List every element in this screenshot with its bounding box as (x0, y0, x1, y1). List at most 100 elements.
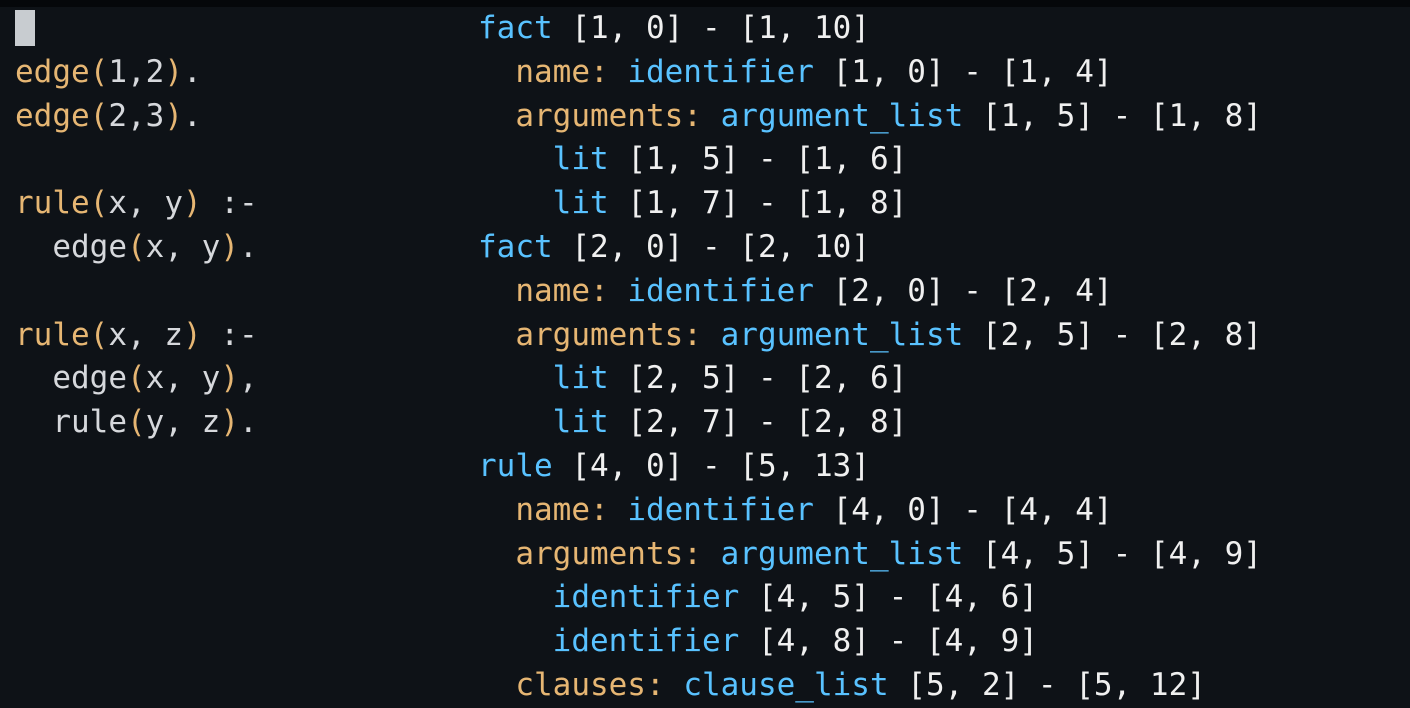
source-token: ( (89, 316, 109, 353)
source-token: x (145, 360, 165, 397)
source-token: . (239, 404, 258, 441)
node-type: clause_list (683, 666, 889, 703)
node-range: [5, 2] - [5, 12] (888, 666, 1206, 703)
source-token: y (201, 360, 221, 397)
node-type: identifier (627, 491, 814, 528)
tree-node-line: arguments: argument_list [4, 5] - [4, 9] (478, 533, 1410, 577)
node-type: identifier (627, 53, 814, 90)
node-type: lit (552, 360, 609, 397)
source-token: ) (164, 97, 184, 134)
source-token: x (108, 316, 127, 353)
source-token: edge (52, 228, 127, 265)
source-token: ) (164, 53, 184, 90)
node-range: [4, 0] - [4, 4] (813, 491, 1113, 528)
node-type: lit (552, 185, 609, 222)
source-token: ( (126, 228, 146, 265)
source-line: edge(1,2). (15, 51, 455, 95)
field-label: name: (515, 272, 628, 309)
tree-node-line: fact [1, 0] - [1, 10] (478, 7, 1410, 51)
tree-node-line: lit [1, 5] - [1, 6] (478, 138, 1410, 182)
node-type: fact (478, 228, 553, 265)
source-token: x (108, 185, 127, 222)
node-type: identifier (552, 623, 740, 660)
source-line: rule(x, z) :- (15, 314, 455, 358)
source-token: rule (15, 316, 90, 353)
source-line (15, 270, 455, 314)
source-token: . (239, 228, 258, 265)
source-token: , (127, 185, 165, 222)
node-range: [4, 0] - [5, 13] (552, 447, 870, 484)
source-token: edge (15, 53, 90, 90)
node-range: [1, 0] - [1, 4] (813, 53, 1113, 90)
field-label: name: (515, 491, 628, 528)
node-range: [1, 0] - [1, 10] (552, 10, 870, 46)
source-token: ) (183, 316, 202, 353)
node-range: [2, 7] - [2, 8] (608, 404, 908, 441)
tree-node-line: clauses: clause_list [5, 2] - [5, 12] (478, 664, 1410, 708)
node-range: [4, 8] - [4, 9] (739, 623, 1038, 660)
tree-node-line: rule [4, 0] - [5, 13] (478, 445, 1410, 489)
source-line: rule(x, y) :- (15, 182, 455, 226)
tree-node-line: arguments: argument_list [2, 5] - [2, 8] (478, 314, 1410, 358)
node-type: argument_list (720, 316, 964, 353)
tree-node-line: lit [2, 7] - [2, 8] (478, 401, 1410, 445)
node-range: [2, 0] - [2, 4] (813, 272, 1113, 309)
node-range: [1, 7] - [1, 8] (608, 185, 908, 222)
source-token: x (145, 228, 165, 265)
tree-node-line: arguments: argument_list [1, 5] - [1, 8] (478, 95, 1410, 139)
source-token: 2 (108, 97, 127, 134)
source-token: , (239, 360, 258, 397)
node-type: lit (552, 404, 609, 441)
source-token: ) (220, 360, 239, 397)
source-line (15, 7, 455, 51)
tree-node-line: name: identifier [1, 0] - [1, 4] (478, 51, 1410, 95)
node-type: identifier (552, 579, 740, 616)
source-line: edge(x, y), (15, 357, 455, 401)
tree-node-line: lit [1, 7] - [1, 8] (478, 182, 1410, 226)
source-token: ) (220, 404, 239, 441)
node-type: argument_list (720, 535, 964, 572)
tree-node-line: identifier [4, 5] - [4, 6] (478, 576, 1410, 620)
source-token: ) (220, 228, 239, 265)
window-top-edge (0, 0, 1410, 7)
node-type: fact (478, 10, 553, 46)
source-token: 3 (145, 97, 165, 134)
source-token: ( (126, 360, 146, 397)
source-token: , (127, 97, 146, 134)
source-line: edge(x, y). (15, 226, 455, 270)
source-token (15, 404, 52, 440)
source-token: y (164, 185, 183, 222)
source-line: edge(2,3). (15, 95, 455, 139)
node-range: [1, 5] - [1, 8] (963, 97, 1262, 134)
source-line (15, 138, 455, 182)
field-label: arguments: (515, 97, 721, 134)
syntax-tree-pane[interactable]: fact [1, 0] - [1, 10] name: identifier [… (478, 7, 1410, 708)
source-token: ) (183, 185, 202, 222)
source-code-pane[interactable]: edge(1,2). edge(2,3). rule(x, y) :- edge(x… (15, 7, 455, 445)
source-token: . (183, 97, 202, 134)
source-token: , (164, 360, 202, 397)
tree-node-line: name: identifier [2, 0] - [2, 4] (478, 270, 1410, 314)
source-token: 2 (145, 53, 165, 90)
source-token: , (127, 316, 165, 353)
node-range: [2, 0] - [2, 10] (552, 228, 870, 265)
source-token: edge (52, 360, 127, 397)
source-token: y (145, 404, 165, 441)
source-token: z (201, 404, 221, 441)
tree-node-line: identifier [4, 8] - [4, 9] (478, 620, 1410, 664)
node-range: [2, 5] - [2, 8] (963, 316, 1262, 353)
source-token: edge (15, 97, 90, 134)
node-type: rule (478, 447, 553, 484)
